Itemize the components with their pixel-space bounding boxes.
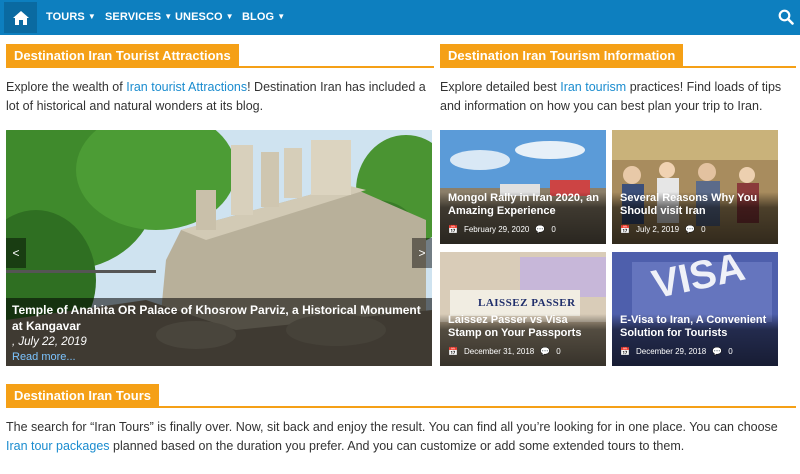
card-title[interactable]: Several Reasons Why You Should visit Ira… [620, 192, 774, 218]
comment-icon: 💬 [685, 225, 696, 234]
post-card-laissez-passer[interactable]: LAISSEZ PASSER Laissez Passer vs Visa St… [440, 252, 606, 366]
card-meta: 📅 December 31, 2018 💬 0 [448, 347, 567, 356]
iran-tourist-attractions-link[interactable]: Iran tourist Attractions [126, 80, 247, 94]
post-card-reasons-visit-iran[interactable]: Several Reasons Why You Should visit Ira… [612, 130, 778, 244]
chevron-down-icon: ▼ [87, 12, 96, 21]
search-button[interactable] [778, 9, 794, 25]
information-section-header: Destination Iran Tourism Information [440, 44, 796, 68]
card-date: July 2, 2019 [635, 225, 680, 234]
card-meta: 📅 February 29, 2020 💬 0 [448, 225, 562, 234]
calendar-icon: 📅 [620, 225, 630, 234]
tours-heading: Destination Iran Tours [6, 384, 159, 407]
featured-post-slider[interactable]: < > Temple of Anahita OR Palace of Khosr… [6, 130, 432, 366]
post-card-mongol-rally[interactable]: Mongol Rally in Iran 2020, an Amazing Ex… [440, 130, 606, 244]
post-card-e-visa[interactable]: VISA E-Visa to Iran, A Convenient Soluti… [612, 252, 778, 366]
iran-tour-packages-link[interactable]: Iran tour packages [6, 439, 110, 453]
tours-intro: The search for “Iran Tours” is finally o… [6, 418, 796, 456]
nav-item-blog[interactable]: BLOG ▼ [242, 11, 285, 23]
chevron-down-icon: ▼ [277, 12, 286, 21]
feature-caption: Temple of Anahita OR Palace of Khosrow P… [6, 298, 432, 366]
card-title[interactable]: E-Visa to Iran, A Convenient Solution fo… [620, 314, 774, 340]
nav-item-label: UNESCO [175, 11, 223, 23]
top-navigation-bar: TOURS ▼ SERVICES ▼ UNESCO ▼ BLOG ▼ [0, 0, 800, 35]
comment-icon: 💬 [712, 347, 723, 356]
chevron-down-icon: ▼ [164, 12, 173, 21]
nav-item-label: BLOG [242, 11, 275, 23]
attractions-section-header: Destination Iran Tourist Attractions [6, 44, 434, 68]
card-comments: 0 [551, 225, 556, 234]
card-title[interactable]: Mongol Rally in Iran 2020, an Amazing Ex… [448, 192, 602, 218]
calendar-icon: 📅 [620, 347, 630, 356]
nav-item-services[interactable]: SERVICES ▼ [105, 11, 172, 23]
intro-text: planned based on the duration you prefer… [109, 439, 685, 453]
card-date: February 29, 2020 [463, 225, 530, 234]
read-more-link[interactable]: Read more... [12, 350, 426, 364]
laissez-passer-label: LAISSEZ PASSER [478, 297, 576, 309]
card-title[interactable]: Laissez Passer vs Visa Stamp on Your Pas… [448, 314, 602, 340]
comment-icon: 💬 [540, 347, 551, 356]
card-comments: 0 [556, 347, 561, 356]
nav-item-label: SERVICES [105, 11, 162, 23]
card-meta: 📅 July 2, 2019 💬 0 [620, 225, 712, 234]
calendar-icon: 📅 [448, 347, 458, 356]
chevron-left-icon: < [12, 246, 20, 260]
feature-date: , July 22, 2019 [12, 336, 87, 348]
card-date: December 31, 2018 [463, 347, 535, 356]
tours-section-header: Destination Iran Tours [6, 384, 796, 408]
calendar-icon: 📅 [448, 225, 458, 234]
attractions-heading: Destination Iran Tourist Attractions [6, 44, 239, 67]
slider-prev-button[interactable]: < [6, 238, 26, 268]
slider-next-button[interactable]: > [412, 238, 432, 268]
information-intro: Explore detailed best Iran tourism pract… [440, 78, 796, 116]
search-icon [778, 9, 794, 25]
card-comments: 0 [728, 347, 733, 356]
nav-item-label: TOURS [46, 11, 85, 23]
card-date: December 29, 2018 [635, 347, 707, 356]
chevron-right-icon: > [418, 246, 426, 260]
nav-item-tours[interactable]: TOURS ▼ [46, 11, 96, 23]
intro-text: The search for “Iran Tours” is finally o… [6, 420, 778, 434]
feature-title[interactable]: Temple of Anahita OR Palace of Khosrow P… [12, 302, 426, 334]
card-comments: 0 [701, 225, 706, 234]
home-button[interactable] [4, 2, 37, 33]
intro-text: Explore the wealth of [6, 80, 127, 94]
chevron-down-icon: ▼ [225, 12, 234, 21]
information-heading: Destination Iran Tourism Information [440, 44, 684, 67]
home-icon [12, 10, 29, 25]
nav-item-unesco[interactable]: UNESCO ▼ [175, 11, 234, 23]
intro-text: Explore detailed best [440, 80, 561, 94]
iran-tourism-link[interactable]: Iran tourism [560, 80, 626, 94]
comment-icon: 💬 [535, 225, 546, 234]
card-meta: 📅 December 29, 2018 💬 0 [620, 347, 739, 356]
attractions-intro: Explore the wealth of Iran tourist Attra… [6, 78, 434, 116]
